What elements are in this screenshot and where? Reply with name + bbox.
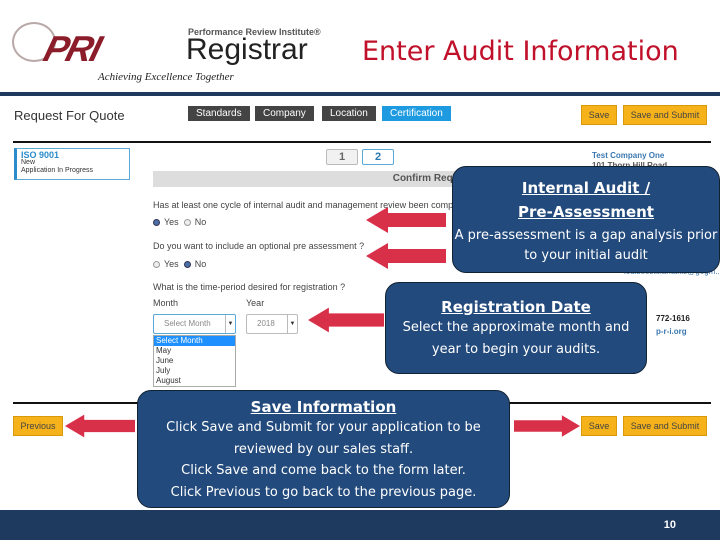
q2-options: Yes No (153, 259, 206, 269)
q1-yes-radio[interactable] (153, 219, 160, 227)
step-company[interactable]: Company (255, 106, 314, 121)
callout-internal-audit: Internal Audit / Pre-Assessment A pre-as… (452, 166, 720, 273)
slide-footer (0, 510, 720, 540)
arrow-left-icon (366, 207, 446, 233)
year-select[interactable]: 2018 ▼ (246, 314, 298, 334)
callout-title: Registration Date (441, 298, 591, 316)
logo-registrar: Registrar (186, 33, 308, 66)
year-value: 2018 (257, 319, 275, 328)
save-submit-button[interactable]: Save and Submit (623, 416, 707, 436)
arrow-left-icon (65, 414, 135, 438)
save-button[interactable]: Save (581, 416, 617, 436)
arrow-right-icon (514, 415, 580, 437)
callout-title: Internal Audit / Pre-Assessment (518, 179, 654, 221)
callout-registration-date: Registration Date Select the approximate… (385, 282, 647, 374)
callout-save-information: Save Information Click Save and Submit f… (137, 390, 510, 508)
app-type: New (21, 159, 36, 166)
month-option[interactable]: August (154, 376, 235, 386)
logo-brand: PRI (39, 28, 105, 69)
callout-body: Select the approximate month and year to… (402, 320, 630, 357)
company-phone: 772-1616 (656, 314, 690, 323)
app-standard: ISO 9001 (21, 150, 60, 160)
chevron-down-icon: ▼ (287, 315, 297, 333)
chevron-down-icon: ▼ (225, 315, 235, 333)
month-label: Month (153, 298, 179, 308)
month-option[interactable]: June (154, 356, 235, 366)
q2-no-label: No (194, 259, 207, 269)
month-value: Select Month (164, 319, 211, 328)
company-web: p-r-i.org (656, 327, 687, 336)
save-button-top[interactable]: Save (581, 105, 617, 125)
month-option[interactable]: May (154, 346, 235, 356)
step-certification[interactable]: Certification (382, 106, 451, 121)
q3-text: What is the time-period desired for regi… (153, 282, 346, 292)
step-standards[interactable]: Standards (188, 106, 250, 121)
month-dropdown-list: Select Month May June July August (153, 335, 236, 387)
save-submit-button-top[interactable]: Save and Submit (623, 105, 707, 125)
q2-yes-radio[interactable] (153, 261, 160, 269)
month-option[interactable]: July (154, 366, 235, 376)
arrow-left-icon (308, 307, 384, 333)
callout-line: Click Previous to go back to the previou… (170, 484, 477, 500)
q2-text: Do you want to include an optional pre a… (153, 241, 365, 251)
application-card[interactable]: ISO 9001 New Application In Progress (14, 148, 130, 180)
year-label: Year (246, 298, 265, 308)
step-location[interactable]: Location (322, 106, 376, 121)
q1-yes-label: Yes (164, 217, 179, 227)
logo-tagline: Achieving Excellence Together (98, 71, 234, 83)
callout-title: Save Information (250, 398, 397, 416)
q2-yes-label: Yes (164, 259, 179, 269)
page-number: 10 (663, 519, 676, 531)
q2-no-radio[interactable] (183, 261, 191, 269)
page-1-button[interactable]: 1 (326, 149, 358, 165)
callout-line: Click Save and Submit for your applicati… (166, 420, 481, 457)
slide-title: Enter Audit Information (362, 36, 679, 67)
q1-options: Yes No (153, 217, 206, 227)
month-select[interactable]: Select Month ▼ (153, 314, 236, 334)
q1-no-radio[interactable] (183, 219, 191, 227)
company-name: Test Company One (592, 151, 665, 160)
callout-body: A pre-assessment is a gap analysis prior… (454, 228, 718, 263)
divider (13, 141, 711, 143)
app-status: Application In Progress (21, 167, 93, 174)
callout-line: Click Save and come back to the form lat… (181, 463, 466, 478)
page-2-button[interactable]: 2 (362, 149, 394, 165)
month-option[interactable]: Select Month (154, 336, 235, 346)
q1-no-label: No (194, 217, 207, 227)
previous-button[interactable]: Previous (13, 416, 63, 436)
form-heading: Request For Quote (14, 108, 125, 123)
arrow-left-icon (366, 243, 446, 269)
